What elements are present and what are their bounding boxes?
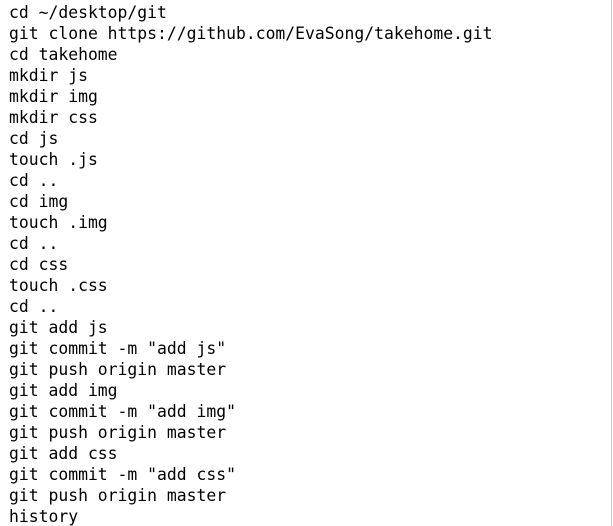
- command-line: git add img: [9, 381, 118, 400]
- command-line: history: [9, 507, 79, 526]
- command-history-list: cd ~/desktop/git git clone https://githu…: [9, 2, 493, 526]
- command-line: touch .img: [9, 213, 108, 232]
- command-line: cd ..: [9, 171, 59, 190]
- command-line: cd ~/desktop/git: [9, 3, 167, 22]
- command-line: touch .js: [9, 150, 98, 169]
- command-line: git push origin master: [9, 486, 227, 505]
- command-line: cd js: [9, 129, 59, 148]
- terminal-output[interactable]: cd ~/desktop/git git clone https://githu…: [0, 0, 613, 526]
- command-line: cd ..: [9, 234, 59, 253]
- command-line: git commit -m "add img": [9, 402, 236, 421]
- command-line: touch .css: [9, 276, 108, 295]
- command-line: git push origin master: [9, 360, 227, 379]
- command-line: cd css: [9, 255, 69, 274]
- command-line: git commit -m "add js": [9, 339, 227, 358]
- command-line: git add js: [9, 318, 108, 337]
- command-line: git commit -m "add css": [9, 465, 236, 484]
- command-line: git clone https://github.com/EvaSong/tak…: [9, 24, 493, 43]
- command-line: mkdir img: [9, 87, 98, 106]
- command-line: cd takehome: [9, 45, 118, 64]
- command-line: git push origin master: [9, 423, 227, 442]
- command-line: mkdir css: [9, 108, 98, 127]
- command-line: cd ..: [9, 297, 59, 316]
- window-edge-divider: [611, 0, 612, 526]
- command-line: git add css: [9, 444, 118, 463]
- command-line: mkdir js: [9, 66, 88, 85]
- command-line: cd img: [9, 192, 69, 211]
